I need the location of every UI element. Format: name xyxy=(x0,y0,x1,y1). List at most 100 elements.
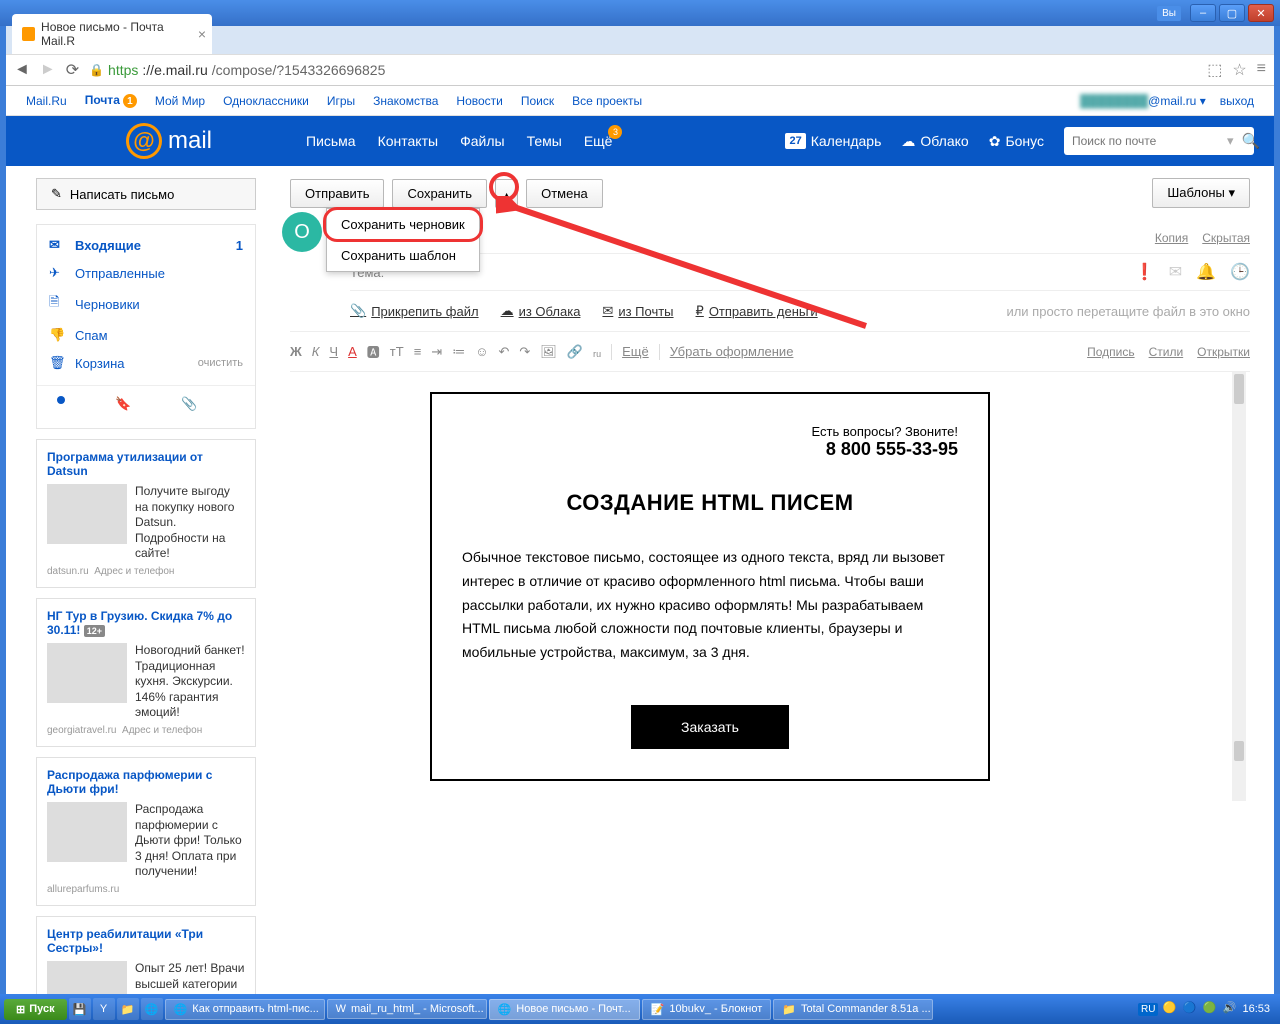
service-link-search[interactable]: Поиск xyxy=(521,94,554,108)
folder-drafts[interactable]: 🗎 Черновики xyxy=(37,287,255,321)
styles-link[interactable]: Стили xyxy=(1149,345,1184,359)
italic-button[interactable]: К xyxy=(312,344,320,359)
attach-mail-link[interactable]: ✉из Почты xyxy=(602,303,673,319)
to-field-row[interactable]: Копия Скрытая xyxy=(350,222,1250,254)
start-button[interactable]: ⊞Пуск xyxy=(4,999,67,1020)
notify-icon[interactable]: 🔔 xyxy=(1196,262,1216,282)
remove-formatting-link[interactable]: Убрать оформление xyxy=(670,344,794,359)
nav-files[interactable]: Файлы xyxy=(460,133,504,149)
undo-button[interactable]: ↶ xyxy=(498,344,509,360)
text-color-button[interactable]: А xyxy=(348,344,357,359)
forward-button[interactable]: ► xyxy=(40,61,56,79)
nav-cloud[interactable]: ☁ Облако xyxy=(901,133,968,150)
bookmark-star-icon[interactable]: ☆ xyxy=(1232,60,1246,80)
save-template-item[interactable]: Сохранить шаблон xyxy=(327,240,479,271)
link-button[interactable]: 🔗 xyxy=(567,344,583,360)
taskbar-task-active[interactable]: 🌐 Новое письмо - Почт... xyxy=(489,999,640,1020)
insert-image-button[interactable]: 🖼 xyxy=(540,344,557,360)
menu-icon[interactable]: ≡ xyxy=(1257,60,1266,80)
underline-button[interactable]: Ч xyxy=(329,344,338,359)
service-link-ok[interactable]: Одноклассники xyxy=(223,94,309,108)
scrollbar-thumb[interactable] xyxy=(1234,741,1244,761)
nav-themes[interactable]: Темы xyxy=(527,133,562,149)
attach-file-link[interactable]: 📎Прикрепить файл xyxy=(350,303,479,319)
nav-calendar[interactable]: 27 Календарь xyxy=(785,133,881,149)
receipt-icon[interactable]: ✉ xyxy=(1169,262,1182,282)
save-draft-item[interactable]: Сохранить черновик xyxy=(327,209,479,240)
window-minimize-button[interactable]: – xyxy=(1190,4,1216,22)
bg-color-button[interactable]: 🅰 xyxy=(367,342,380,361)
indent-button[interactable]: ⇥ xyxy=(431,344,442,360)
reload-button[interactable]: ⟳ xyxy=(66,60,79,80)
logout-link[interactable]: выход xyxy=(1220,94,1254,108)
postcards-link[interactable]: Открытки xyxy=(1197,345,1250,359)
taskbar-task[interactable]: W mail_ru_html_ - Microsoft... xyxy=(327,999,487,1019)
nav-bonus[interactable]: ✿ Бонус xyxy=(989,133,1044,150)
ad-item[interactable]: Программа утилизации от Datsun Получите … xyxy=(36,439,256,588)
browser-tab[interactable]: Новое письмо - Почта Mail.R × xyxy=(12,14,212,54)
more-formatting-link[interactable]: Ещё xyxy=(622,344,649,359)
taskbar-clock[interactable]: 16:53 xyxy=(1242,1003,1270,1015)
service-link-games[interactable]: Игры xyxy=(327,94,355,108)
translit-button[interactable]: ᵣᵤ xyxy=(593,344,601,359)
clear-trash-link[interactable]: очистить xyxy=(198,357,243,369)
taskbar-task[interactable]: 🌐 Как отправить html-пис... xyxy=(165,999,325,1020)
logo[interactable]: @ mail xyxy=(126,123,212,159)
service-link-news[interactable]: Новости xyxy=(456,94,502,108)
tray-icon[interactable]: 🟢 xyxy=(1202,1001,1218,1017)
unread-filter-icon[interactable] xyxy=(57,396,65,404)
back-button[interactable]: ◄ xyxy=(14,61,30,79)
tab-close-icon[interactable]: × xyxy=(198,26,206,42)
user-email[interactable]: ████████@mail.ru ▾ xyxy=(1080,94,1206,108)
window-maximize-button[interactable]: ▢ xyxy=(1219,4,1245,22)
quicklaunch-icon[interactable]: Y xyxy=(93,998,115,1020)
service-link-dating[interactable]: Знакомства xyxy=(373,94,438,108)
attachment-filter-icon[interactable]: 📎 xyxy=(181,396,197,412)
email-body-editor[interactable]: Есть вопросы? Звоните! 8 800 555-33-95 С… xyxy=(290,372,1250,801)
folder-inbox[interactable]: ✉ Входящие 1 xyxy=(37,231,255,259)
signature-link[interactable]: Подпись xyxy=(1087,345,1135,359)
window-close-button[interactable]: ✕ xyxy=(1248,4,1274,22)
folder-spam[interactable]: 👎 Спам xyxy=(37,321,255,349)
attach-cloud-link[interactable]: ☁из Облака xyxy=(501,303,581,319)
service-link-all[interactable]: Все проекты xyxy=(572,94,642,108)
emoji-button[interactable]: ☺ xyxy=(475,344,488,359)
bold-button[interactable]: Ж xyxy=(290,344,302,359)
ad-item[interactable]: Центр реабилитации «Три Сестры»! Опыт 25… xyxy=(36,916,256,994)
taskbar-task[interactable]: 📁 Total Commander 8.51a ... xyxy=(773,999,933,1020)
tray-icon[interactable]: 🟡 xyxy=(1162,1001,1178,1017)
send-money-link[interactable]: ₽Отправить деньги xyxy=(696,303,818,319)
tray-icon[interactable]: 🔵 xyxy=(1182,1001,1198,1017)
nav-letters[interactable]: Письма xyxy=(306,133,356,149)
order-button[interactable]: Заказать xyxy=(631,705,789,749)
flag-filter-icon[interactable]: 🔖 xyxy=(115,396,131,412)
copy-link[interactable]: Копия xyxy=(1155,231,1188,245)
folder-sent[interactable]: ✈ Отправленные xyxy=(37,259,255,287)
font-size-button[interactable]: тТ xyxy=(390,344,404,359)
quicklaunch-icon[interactable]: 💾 xyxy=(69,998,91,1020)
service-link-mail[interactable]: Почта1 xyxy=(85,93,137,109)
dropdown-icon[interactable]: ▾ xyxy=(1227,133,1234,149)
save-dropdown-button[interactable] xyxy=(495,179,518,208)
save-button[interactable]: Сохранить xyxy=(392,179,487,208)
list-button[interactable]: ≔ xyxy=(452,344,465,360)
url-field[interactable]: 🔒 https://e.mail.ru/compose/?15433266968… xyxy=(89,62,1197,78)
schedule-icon[interactable]: 🕒 xyxy=(1230,262,1250,282)
bcc-link[interactable]: Скрытая xyxy=(1202,231,1250,245)
search-icon[interactable]: 🔍 xyxy=(1242,132,1261,150)
taskbar-task[interactable]: 📝 10bukv_ - Блокнот xyxy=(642,999,772,1020)
priority-icon[interactable]: ❗ xyxy=(1135,262,1155,282)
scrollbar-thumb[interactable] xyxy=(1234,374,1244,404)
nav-more[interactable]: Ещё 3 xyxy=(584,133,613,149)
search-input[interactable] xyxy=(1072,134,1227,148)
tray-icon[interactable]: 🔊 xyxy=(1222,1001,1238,1017)
send-button[interactable]: Отправить xyxy=(290,179,384,208)
compose-button[interactable]: ✎ Написать письмо xyxy=(36,178,256,210)
ad-item[interactable]: Распродажа парфюмерии с Дьюти фри! Распр… xyxy=(36,757,256,906)
align-button[interactable]: ≡ xyxy=(414,344,422,359)
ad-item[interactable]: НГ Тур в Грузию. Скидка 7% до 30.11! 12+… xyxy=(36,598,256,747)
templates-button[interactable]: Шаблоны ▾ xyxy=(1152,178,1250,208)
redo-button[interactable]: ↷ xyxy=(519,344,530,360)
subject-field-row[interactable]: Тема: ❗ ✉ 🔔 🕒 xyxy=(350,254,1250,291)
keyboard-lang-indicator[interactable]: RU xyxy=(1138,1003,1158,1016)
